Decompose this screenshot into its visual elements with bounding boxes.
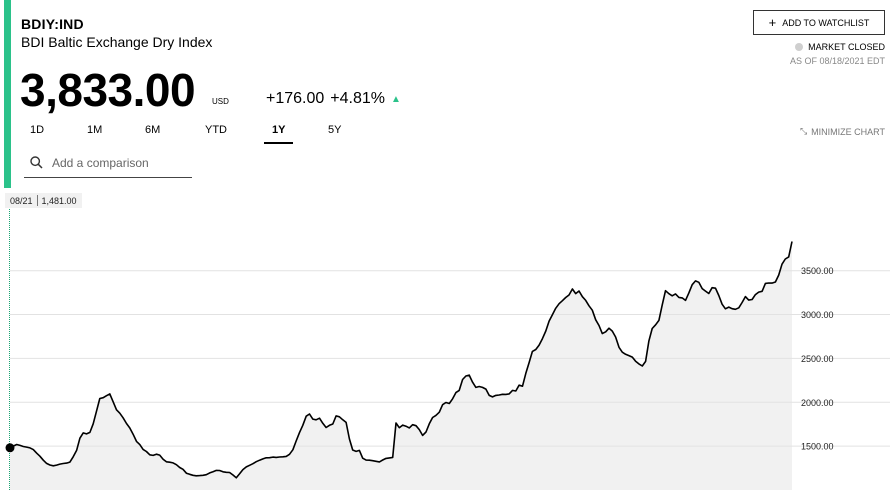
price-area <box>10 241 792 490</box>
y-tick-label: 3000.00 <box>801 310 834 320</box>
hover-marker <box>5 443 15 453</box>
price-chart[interactable]: 1500.00 2000.00 2500.00 3000.00 3500.00 <box>0 0 891 490</box>
y-tick-label: 2500.00 <box>801 354 834 364</box>
y-tick-label: 2000.00 <box>801 398 834 408</box>
y-tick-label: 1500.00 <box>801 442 834 452</box>
y-tick-label: 3500.00 <box>801 266 834 276</box>
